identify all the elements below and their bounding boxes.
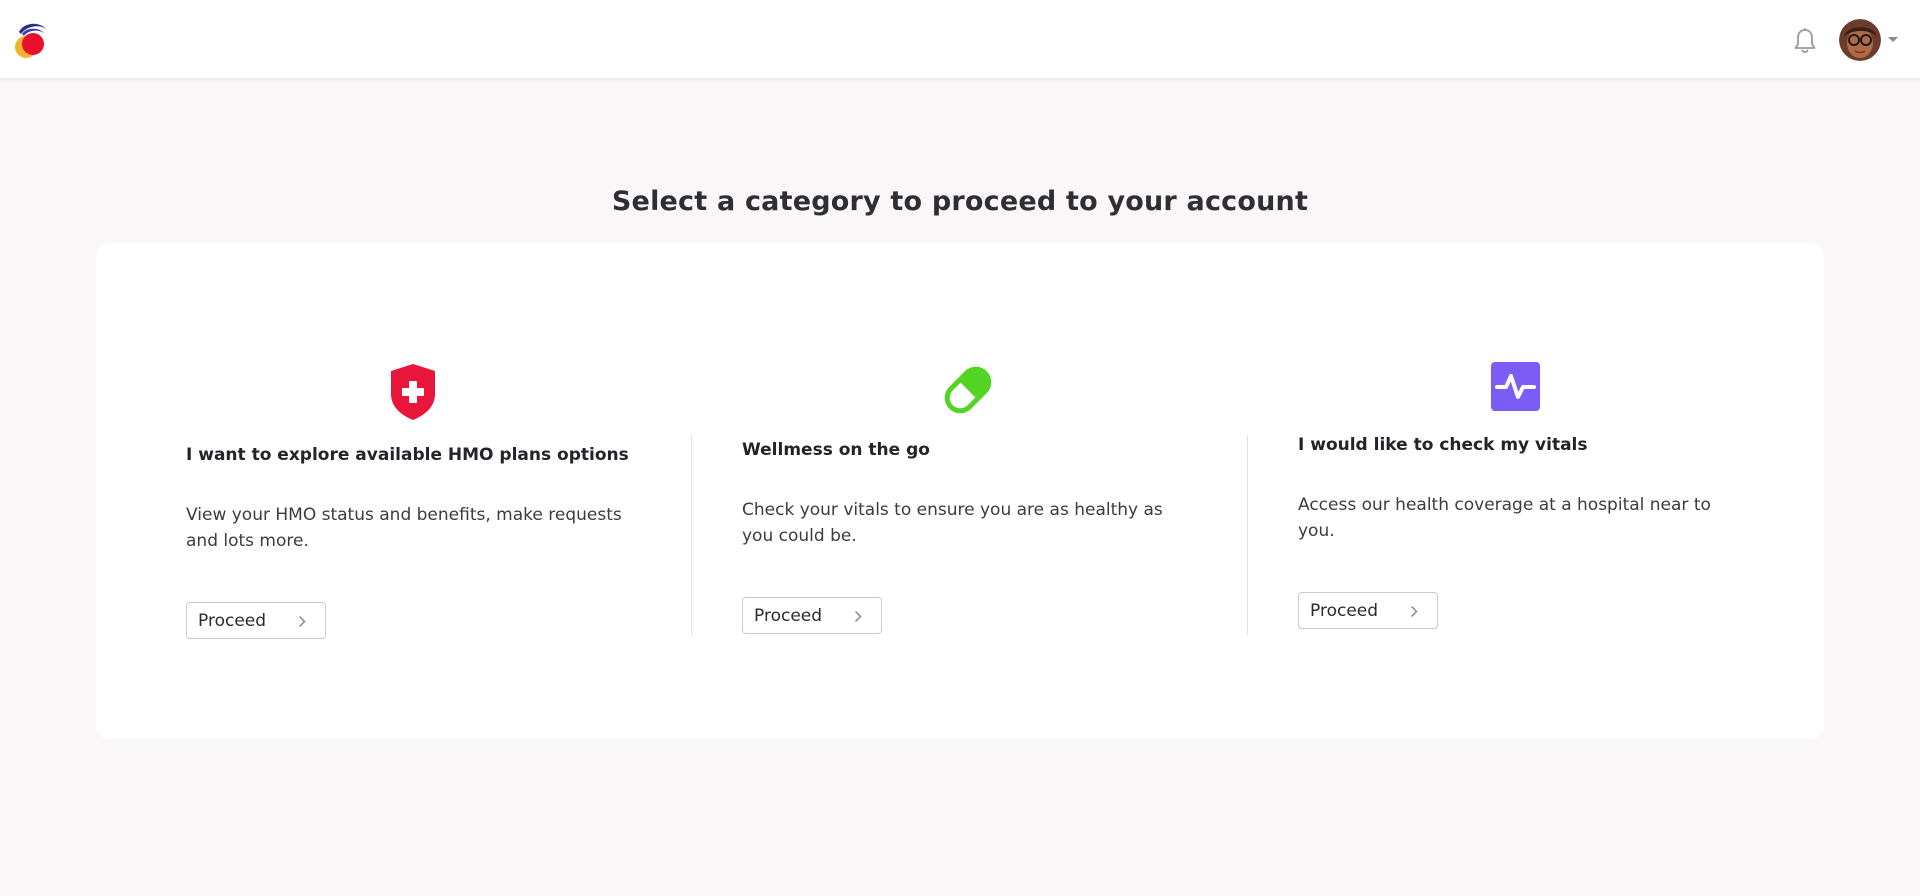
category-vitals-title: I would like to check my vitals <box>1298 435 1588 455</box>
page-title: Select a category to proceed to your acc… <box>611 186 1309 217</box>
category-wellness-title: Wellmess on the go <box>742 440 930 460</box>
user-avatar[interactable] <box>1839 19 1881 61</box>
top-navbar <box>0 0 1920 79</box>
chevron-right-icon <box>1410 605 1418 618</box>
bell-icon[interactable] <box>1792 27 1818 55</box>
category-wellness-description: Check your vitals to ensure you are as h… <box>742 500 1163 546</box>
chevron-right-icon <box>854 610 862 623</box>
pill-icon <box>944 366 992 414</box>
chevron-right-icon <box>298 615 306 628</box>
app-logo-icon[interactable] <box>9 18 51 60</box>
pulse-icon <box>1491 362 1540 411</box>
proceed-hmo-button[interactable]: Proceed <box>186 602 326 639</box>
shield-plus-icon <box>391 364 435 420</box>
proceed-wellness-button[interactable]: Proceed <box>742 597 882 634</box>
column-divider <box>691 435 692 635</box>
proceed-label: Proceed <box>754 605 823 626</box>
category-card <box>96 243 1824 739</box>
proceed-vitals-button[interactable]: Proceed <box>1298 592 1438 629</box>
category-hmo-title: I want to explore available HMO plans op… <box>186 445 629 465</box>
proceed-label: Proceed <box>198 610 267 631</box>
category-hmo-description: View your HMO status and benefits, make … <box>186 505 622 551</box>
caret-down-icon[interactable] <box>1887 36 1899 44</box>
category-vitals-description: Access our health coverage at a hospital… <box>1298 495 1711 541</box>
proceed-label: Proceed <box>1310 600 1379 621</box>
column-divider <box>1247 435 1248 635</box>
